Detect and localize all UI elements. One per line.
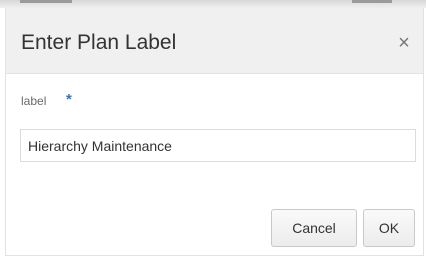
cancel-button[interactable]: Cancel xyxy=(271,209,357,247)
plan-label-dialog: Enter Plan Label × label * Cancel OK xyxy=(5,8,424,256)
label-input[interactable] xyxy=(20,129,416,162)
ok-button[interactable]: OK xyxy=(363,209,415,247)
background-text-fragment xyxy=(352,0,392,3)
label-field-label: label xyxy=(21,94,47,108)
background-text-fragment xyxy=(20,0,72,3)
required-icon: * xyxy=(66,91,72,108)
background-page-strip xyxy=(0,0,426,8)
close-icon[interactable]: × xyxy=(393,32,415,54)
page: Enter Plan Label × label * Cancel OK xyxy=(0,0,426,260)
dialog-header: Enter Plan Label × xyxy=(6,8,423,74)
dialog-title: Enter Plan Label xyxy=(21,31,177,54)
